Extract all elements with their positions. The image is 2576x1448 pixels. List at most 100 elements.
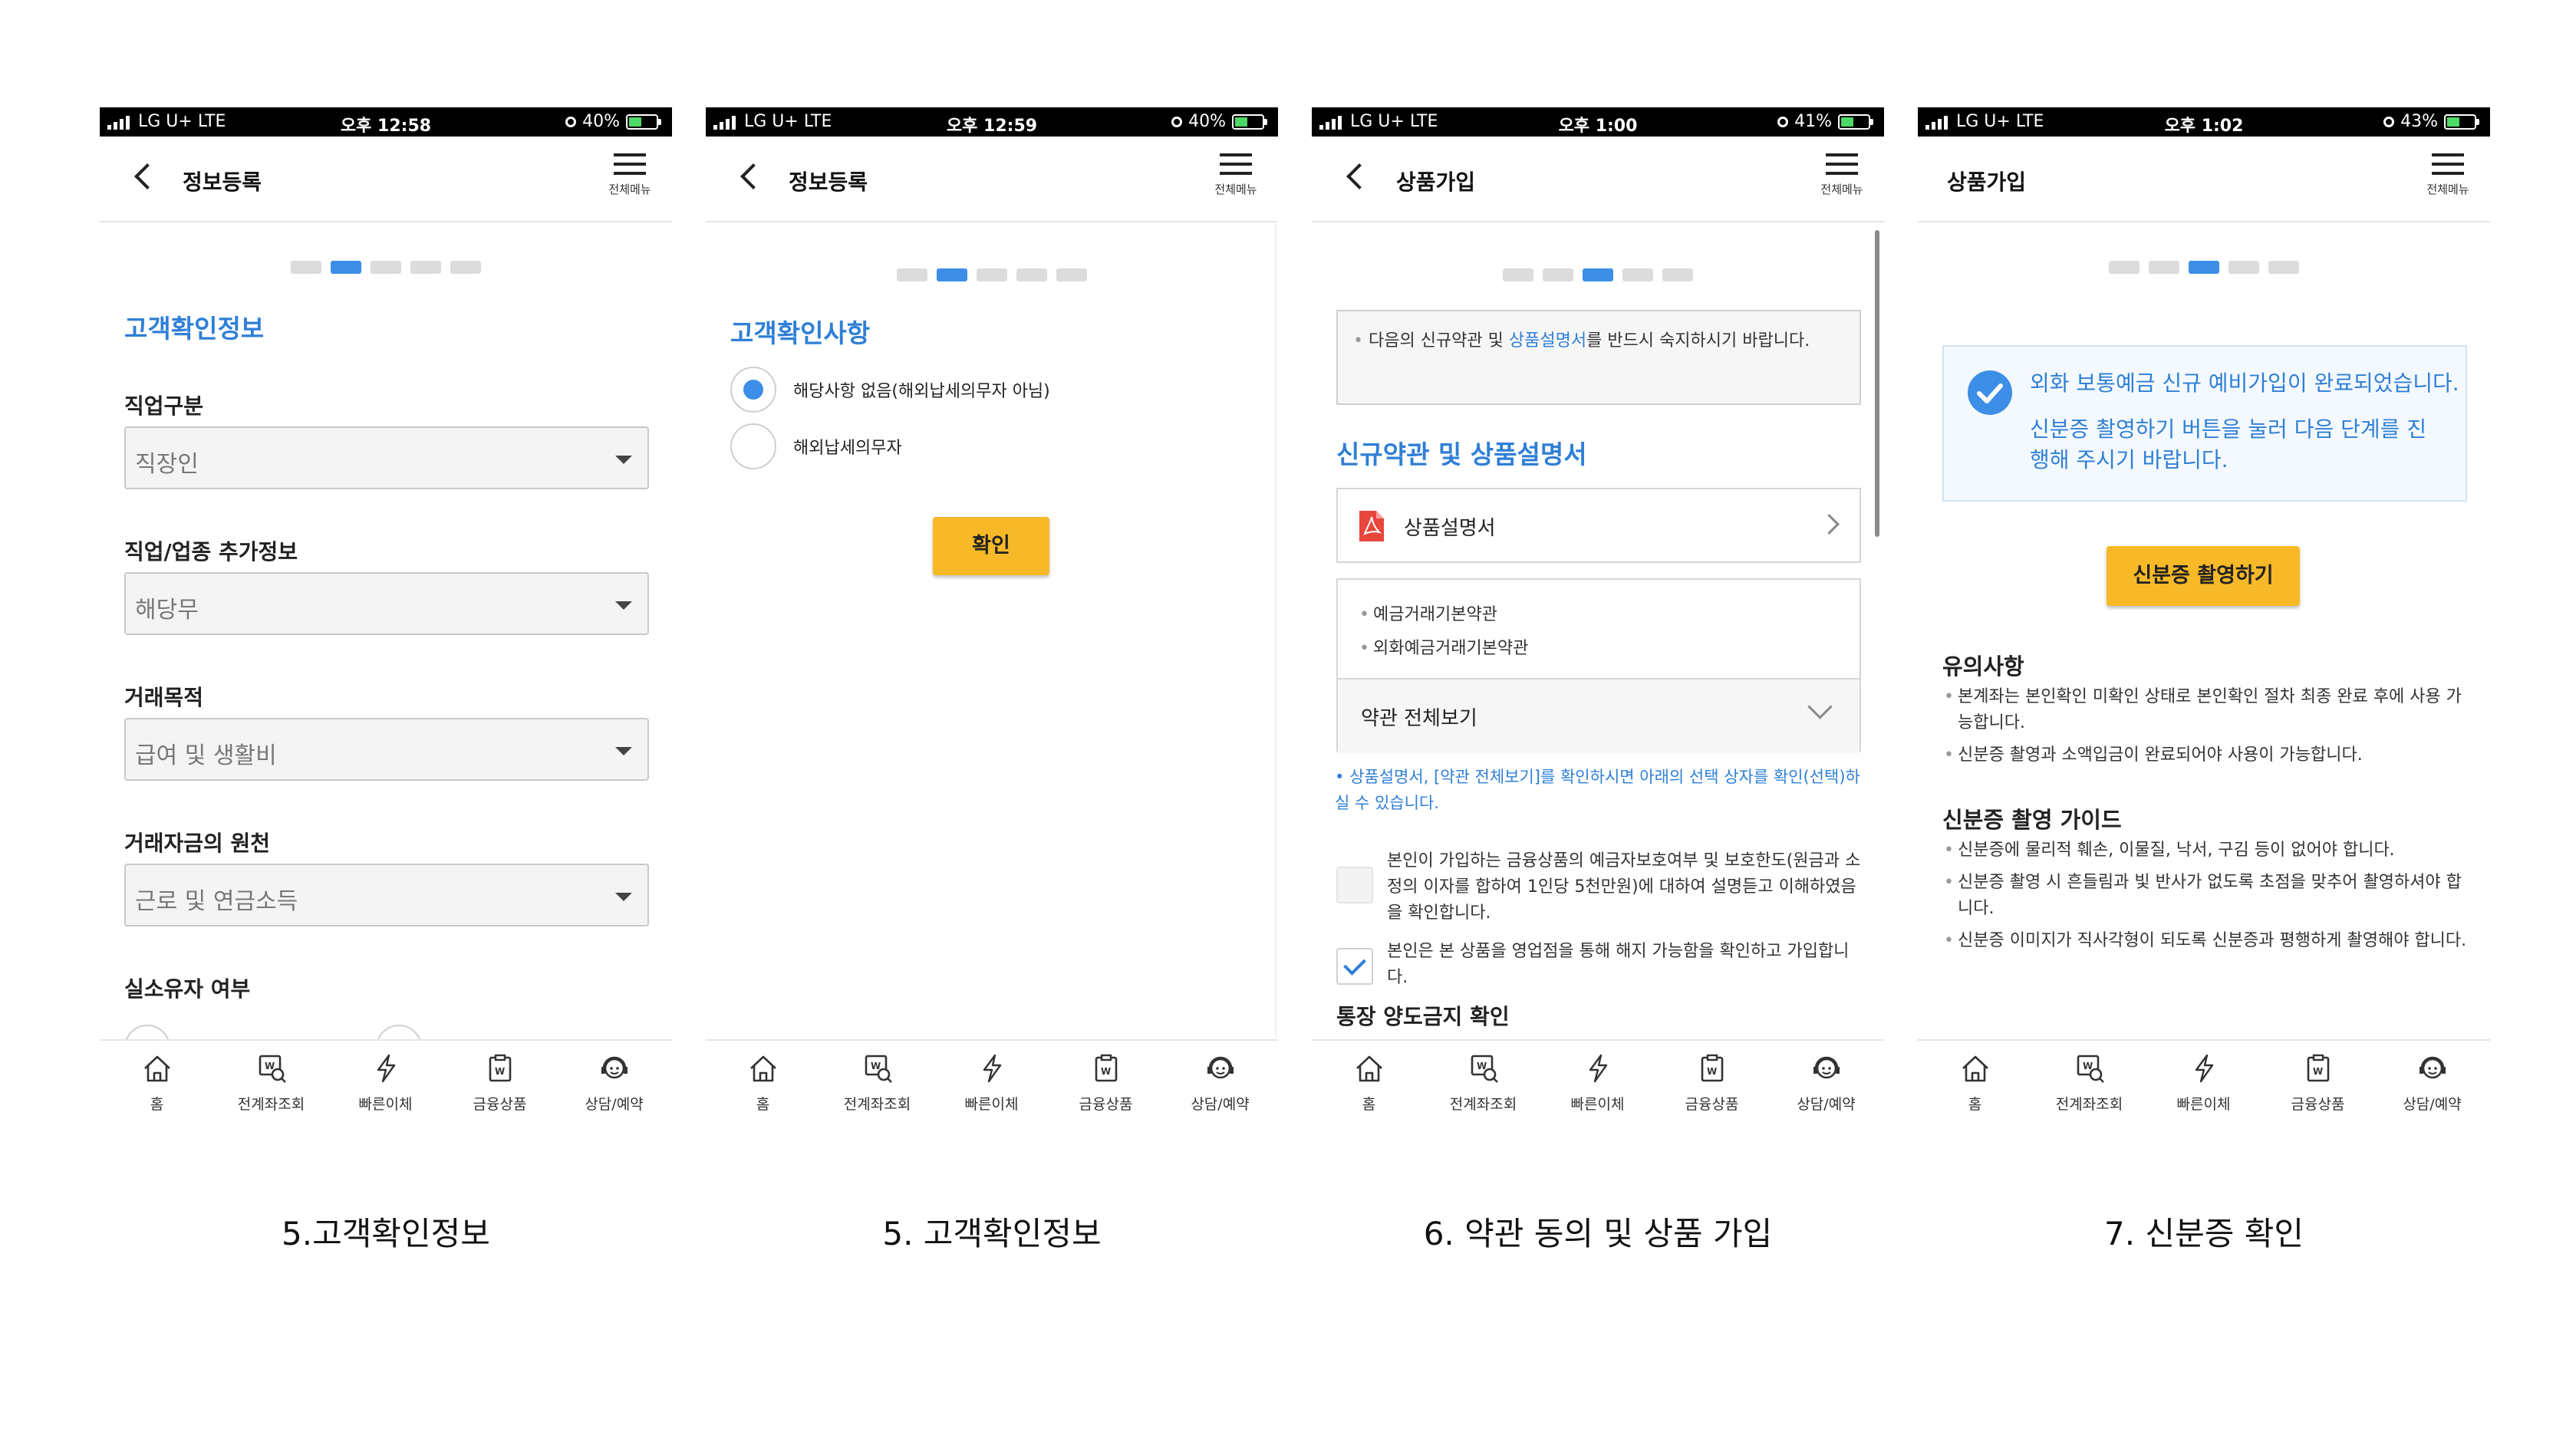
full-menu-label: 전체메뉴: [1820, 183, 1863, 196]
headset-icon: [1812, 1056, 1840, 1079]
deposit-protection-checkbox[interactable]: [1336, 867, 1373, 903]
back-arrow-icon[interactable]: [129, 161, 160, 192]
notice-item: 본계좌는 본인확인 미확인 상태로 본인확인 절차 최종 완료 후에 사용 가능…: [1942, 684, 2472, 736]
chevron-down-icon: [1807, 694, 1833, 719]
product-description-link[interactable]: 상품설명서: [1509, 331, 1586, 350]
bottom-tab-bar: 홈 전계좌조회 빠른이체 금융상품 상담/예약: [1918, 1039, 2490, 1112]
field-label-fund-source: 거래자금의 원천: [124, 831, 271, 856]
tab-products[interactable]: 금융상품: [2261, 1053, 2375, 1112]
full-menu-button[interactable]: 전체메뉴: [2421, 153, 2475, 204]
term-item[interactable]: 예금거래기본약관: [1358, 598, 1528, 632]
job-select[interactable]: 직장인: [124, 426, 649, 489]
step-indicator: [1918, 261, 2490, 274]
phone-screen-4: LG U+ LTE 오후 1:02 43% 상품가입 전체메뉴 외화 보통예금 …: [1918, 107, 2490, 1112]
transfer-ban-title: 통장 양도금지 확인: [1336, 1004, 1510, 1029]
product-clipboard-icon: [2307, 1054, 2329, 1082]
product-clipboard-icon: [1701, 1054, 1723, 1082]
notice-text-end: 를 반드시 숙지하시기 바랍니다.: [1586, 331, 1810, 350]
tab-label: 홈: [150, 1096, 164, 1112]
lightning-icon: [1589, 1054, 1607, 1083]
phone-screen-1: LG U+ LTE 오후 12:58 40% 정보등록 전체메뉴 고객확인정보 …: [100, 107, 672, 1112]
page-title: 상품가입: [1947, 169, 2027, 195]
tab-label: 상담/예약: [2403, 1096, 2462, 1112]
hamburger-icon: [1220, 153, 1252, 176]
tab-products[interactable]: 금융상품: [1655, 1053, 1769, 1112]
tab-quick-transfer[interactable]: 빠른이체: [934, 1053, 1049, 1112]
battery-percent: 40%: [582, 112, 620, 131]
id-capture-button[interactable]: 신분증 촬영하기: [2107, 546, 2300, 606]
full-menu-button[interactable]: 전체메뉴: [1209, 153, 1263, 204]
view-all-terms-toggle[interactable]: 약관 전체보기: [1338, 678, 1860, 753]
radio-no-foreign-tax[interactable]: [730, 367, 776, 413]
term-item[interactable]: 외화예금거래기본약관: [1358, 632, 1528, 666]
account-search-icon: [865, 1055, 892, 1084]
tab-accounts[interactable]: 전계좌조회: [214, 1053, 328, 1112]
app-header: 상품가입 전체메뉴: [1918, 137, 2490, 222]
tab-products[interactable]: 금융상품: [1049, 1053, 1163, 1112]
tab-label: 상담/예약: [585, 1096, 644, 1112]
tab-accounts[interactable]: 전계좌조회: [2032, 1053, 2146, 1112]
tab-consult[interactable]: 상담/예약: [1163, 1053, 1277, 1112]
home-icon: [749, 1055, 776, 1082]
tab-consult[interactable]: 상담/예약: [557, 1053, 671, 1112]
purpose-select[interactable]: 급여 및 생활비: [124, 718, 649, 781]
tab-label: 홈: [1968, 1096, 1982, 1112]
terms-notice: • 다음의 신규약관 및 상품설명서를 반드시 숙지하시기 바랍니다.: [1336, 310, 1861, 405]
tab-label: 상담/예약: [1797, 1096, 1856, 1112]
tab-quick-transfer[interactable]: 빠른이체: [1540, 1053, 1655, 1112]
lightning-icon: [377, 1054, 395, 1083]
step-indicator: [706, 268, 1278, 281]
product-description-row[interactable]: 상품설명서: [1336, 488, 1861, 563]
terms-hint: • 상품설명서, [약관 전체보기]를 확인하시면 아래의 선택 상자를 확인(…: [1335, 768, 1860, 812]
lightning-icon: [983, 1054, 1001, 1083]
radio-foreign-tax[interactable]: [730, 423, 776, 469]
page-title: 상품가입: [1396, 169, 1476, 195]
check-circle-icon: [1968, 370, 2012, 415]
bottom-tab-bar: 홈 전계좌조회 빠른이체 금융상품 상담/예약: [1312, 1039, 1884, 1112]
alarm-icon: [1171, 116, 1183, 127]
tab-home[interactable]: 홈: [100, 1053, 214, 1112]
tab-quick-transfer[interactable]: 빠른이체: [2146, 1053, 2261, 1112]
chevron-down-icon: [615, 456, 632, 464]
branch-cancel-checkbox[interactable]: [1336, 948, 1373, 985]
battery-icon: [2444, 114, 2479, 130]
product-description-label: 상품설명서: [1404, 517, 1496, 540]
tab-accounts[interactable]: 전계좌조회: [1426, 1053, 1540, 1112]
tab-home[interactable]: 홈: [706, 1053, 820, 1112]
caption-screen-4: 7. 신분증 확인: [2104, 1215, 2304, 1252]
job-extra-select[interactable]: 해당무: [124, 572, 649, 635]
back-arrow-icon[interactable]: [735, 161, 766, 192]
battery-percent: 41%: [1794, 112, 1832, 131]
tab-quick-transfer[interactable]: 빠른이체: [328, 1053, 443, 1112]
lightning-icon: [2195, 1054, 2213, 1083]
tab-label: 홈: [756, 1096, 770, 1112]
guide-list: 신분증에 물리적 훼손, 이물질, 낙서, 구김 등이 없어야 합니다. 신분증…: [1942, 838, 2472, 954]
battery-icon: [1232, 114, 1267, 130]
product-clipboard-icon: [1095, 1054, 1117, 1082]
full-menu-button[interactable]: 전체메뉴: [603, 153, 657, 204]
chevron-down-icon: [615, 747, 632, 755]
job-select-value: 직장인: [135, 451, 199, 478]
back-arrow-icon[interactable]: [1341, 161, 1372, 192]
alarm-icon: [1777, 116, 1789, 127]
hamburger-icon: [1826, 153, 1858, 176]
tab-consult[interactable]: 상담/예약: [2375, 1053, 2489, 1112]
full-menu-button[interactable]: 전체메뉴: [1815, 153, 1869, 204]
bottom-tab-bar: 홈 전계좌조회 빠른이체 금융상품 상담/예약: [100, 1039, 672, 1112]
tab-accounts[interactable]: 전계좌조회: [820, 1053, 934, 1112]
full-menu-label: 전체메뉴: [608, 183, 651, 196]
notice-text: 다음의 신규약관 및: [1368, 331, 1509, 350]
confirm-button[interactable]: 확인: [933, 517, 1049, 575]
tab-consult[interactable]: 상담/예약: [1769, 1053, 1883, 1112]
tab-home[interactable]: 홈: [1312, 1053, 1426, 1112]
status-bar: LG U+ LTE 오후 12:59 40%: [706, 107, 1278, 137]
caption-screen-1: 5.고객확인정보: [282, 1215, 490, 1252]
caption-screen-3: 6. 약관 동의 및 상품 가입: [1423, 1215, 1773, 1252]
tab-products[interactable]: 금융상품: [443, 1053, 557, 1112]
tab-home[interactable]: 홈: [1918, 1053, 2032, 1112]
headset-icon: [1206, 1056, 1234, 1079]
fund-source-select[interactable]: 근로 및 연금소득: [124, 864, 649, 926]
chevron-down-icon: [615, 893, 632, 901]
content-divider: [1275, 224, 1276, 1037]
app-header: 정보등록 전체메뉴: [100, 137, 672, 222]
